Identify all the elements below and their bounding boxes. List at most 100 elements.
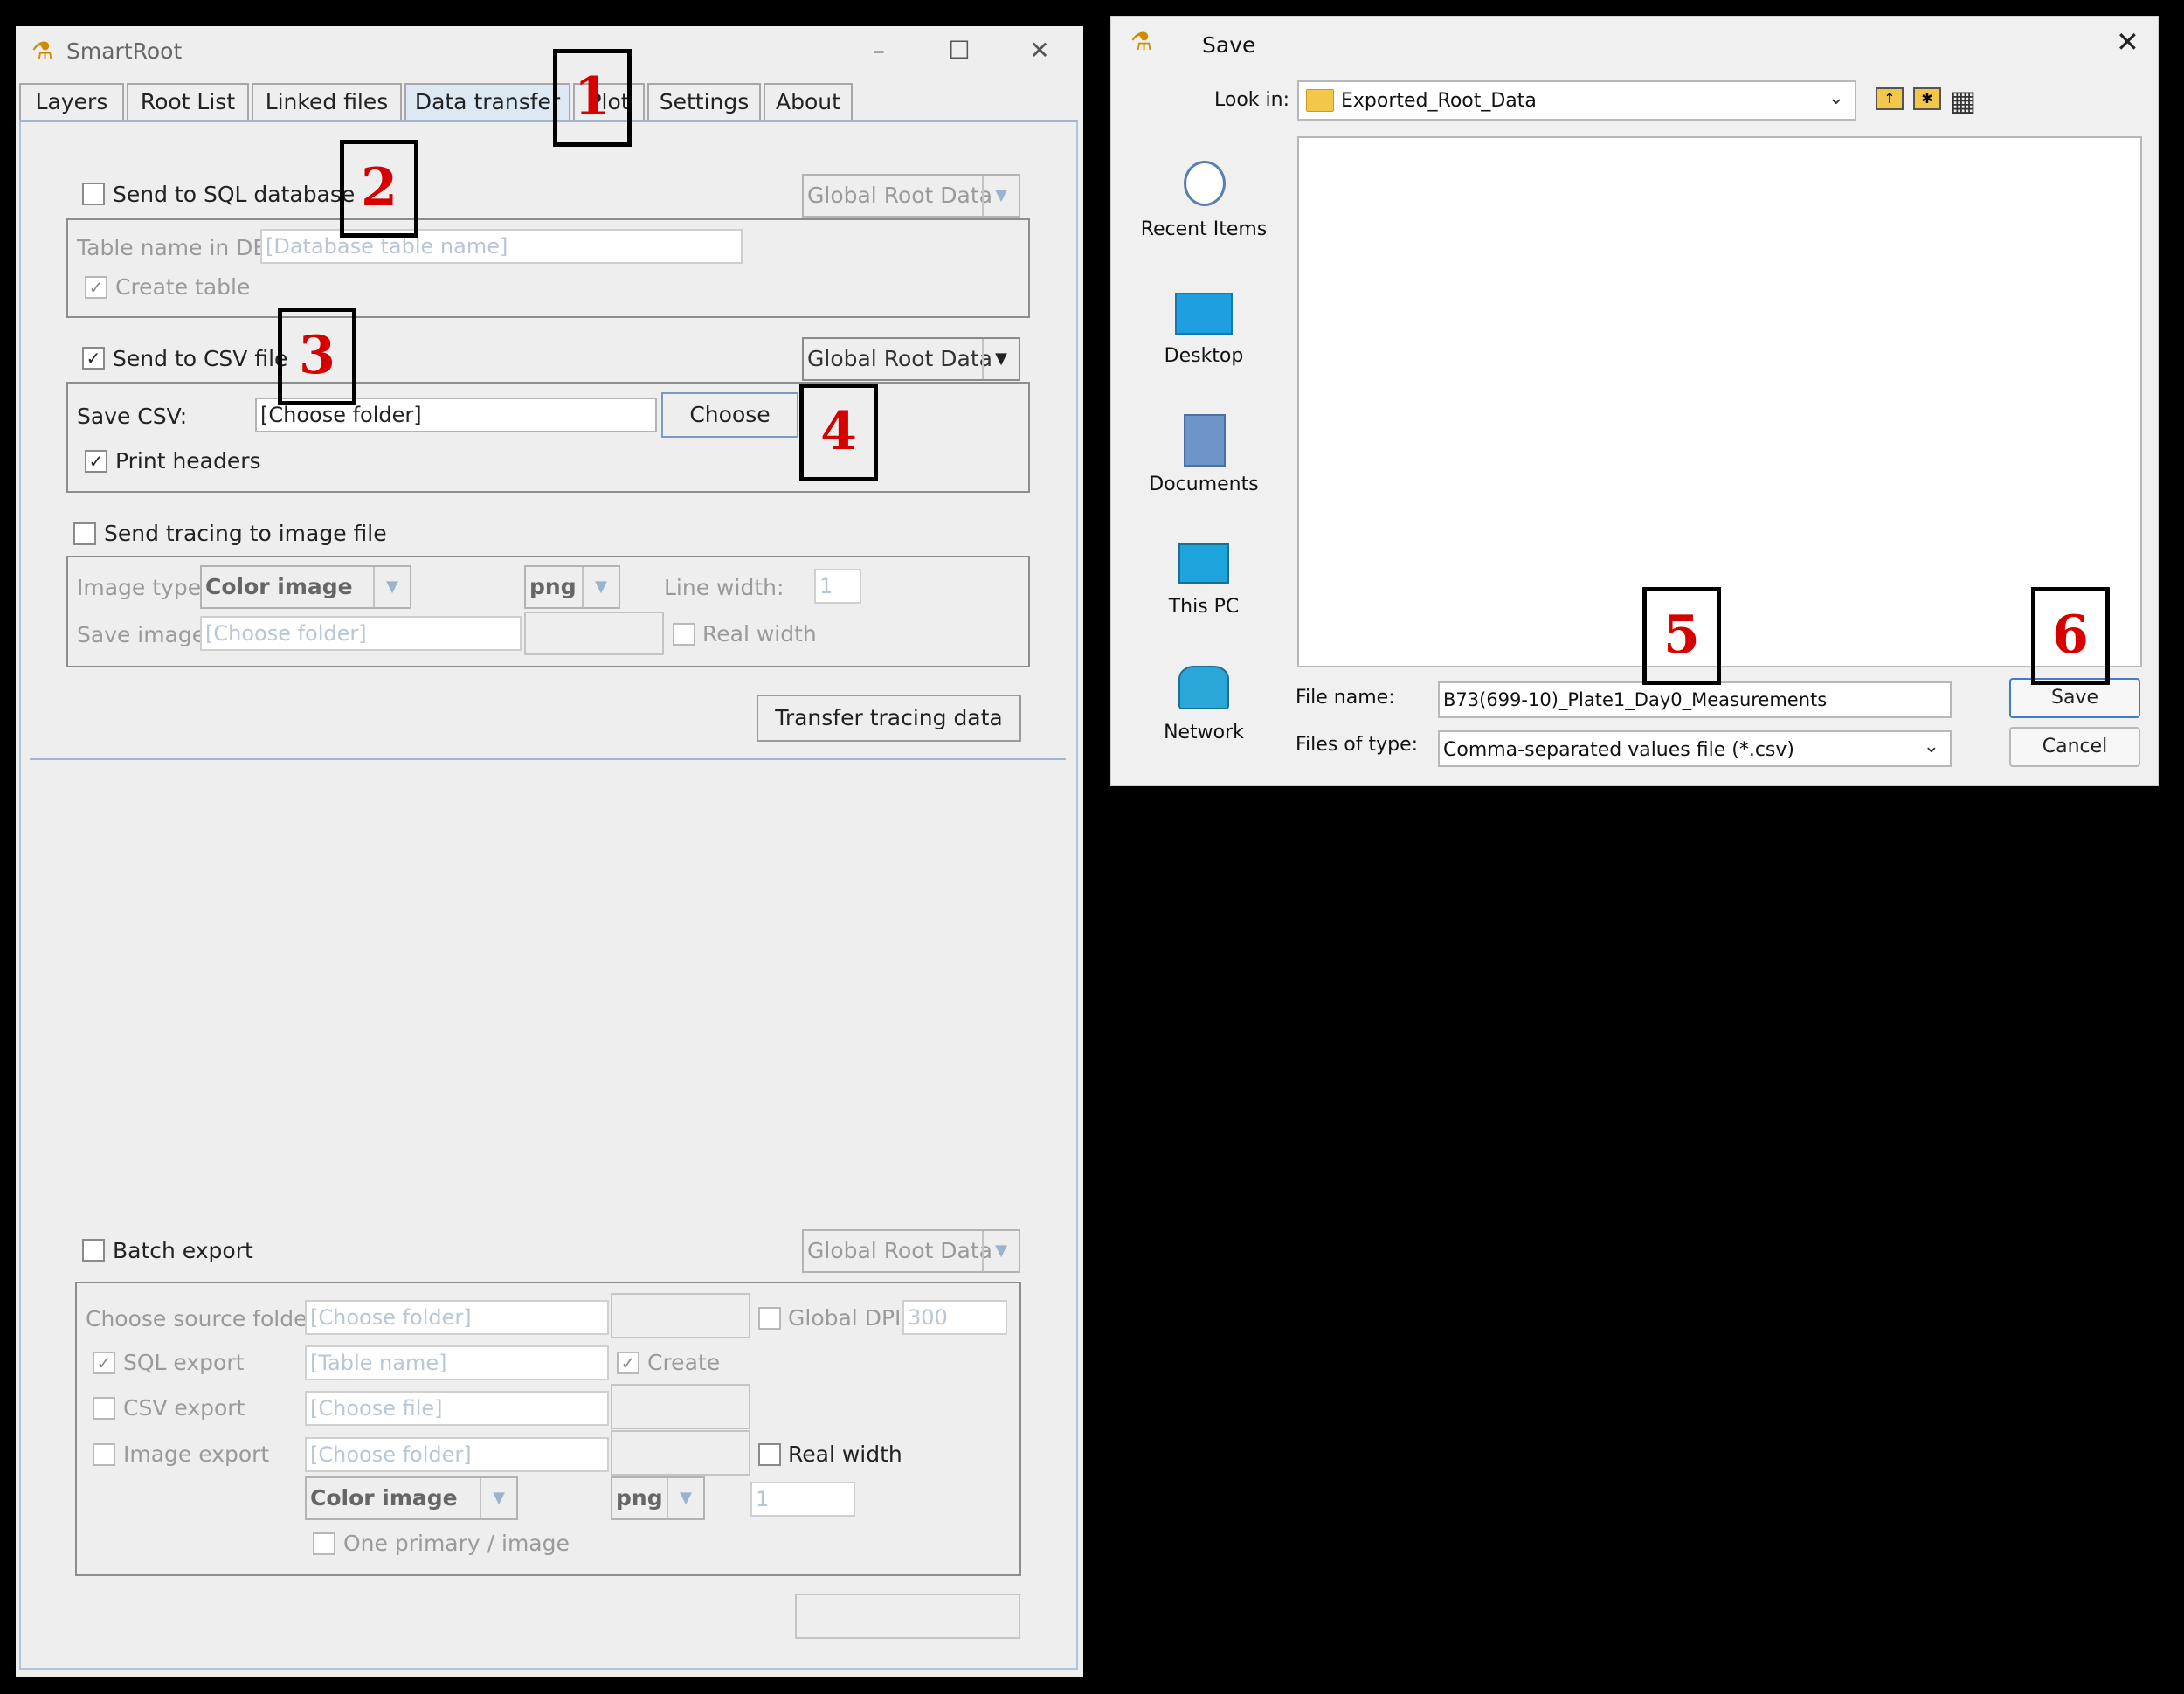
batch-format-value: png [616, 1485, 663, 1511]
nav-desktop[interactable]: Desktop [1138, 291, 1269, 378]
dialog-close-icon[interactable]: ✕ [2116, 25, 2139, 59]
batch-scope-value: Global Root Data [807, 1238, 992, 1263]
csv-label: Send to CSV file [113, 346, 288, 371]
save-image-input[interactable]: [Choose folder] [200, 616, 522, 651]
minimize-icon[interactable]: – [853, 33, 905, 68]
sql-scope-value: Global Root Data [807, 183, 992, 208]
app-icon: ⚗ [31, 37, 54, 66]
this-pc-icon [1178, 543, 1229, 584]
save-image-button[interactable] [524, 612, 664, 655]
save-csv-label: Save CSV: [77, 404, 188, 429]
tab-layers[interactable]: Layers [19, 83, 124, 120]
close-icon[interactable]: ✕ [1013, 33, 1066, 68]
file-type-label: Files of type: [1296, 734, 1419, 756]
step-marker-4: 4 [799, 384, 878, 481]
image-export-input[interactable]: [Choose folder] [305, 1437, 609, 1472]
nav-network[interactable]: Network [1138, 664, 1269, 751]
tab-about[interactable]: About [764, 83, 853, 120]
network-icon [1178, 666, 1229, 709]
image-type-value: Color image [205, 574, 353, 599]
file-name-value: B73(699-10)_Plate1_Day0_Measurements [1443, 689, 1828, 710]
batch-run-button[interactable] [795, 1594, 1020, 1639]
create-table-label: Create table [115, 274, 251, 300]
save-image-label: Save image: [77, 622, 213, 647]
sql-scope-select[interactable]: Global Root Data ▼ [802, 174, 1020, 218]
sql-export-checkbox[interactable]: ✓ [93, 1352, 115, 1374]
batch-type-value: Color image [310, 1485, 458, 1511]
csv-scope-value: Global Root Data [807, 346, 992, 371]
one-primary-checkbox[interactable] [313, 1532, 335, 1555]
image-export-button[interactable] [611, 1430, 750, 1476]
batch-format-select[interactable]: png ▼ [611, 1476, 705, 1520]
chevron-down-icon: ▼ [373, 567, 410, 607]
batch-width-input[interactable]: 1 [750, 1482, 855, 1517]
line-width-input[interactable]: 1 [814, 569, 861, 604]
folder-icon [1306, 89, 1334, 112]
sql-export-input[interactable]: [Table name] [305, 1345, 609, 1380]
tab-linked-files[interactable]: Linked files [252, 83, 402, 120]
window-title: SmartRoot [66, 38, 183, 64]
sql-checkbox[interactable] [82, 183, 105, 205]
global-dpi-input[interactable]: 300 [902, 1300, 1007, 1335]
up-folder-icon[interactable]: ↑ [1876, 87, 1904, 110]
csv-scope-select[interactable]: Global Root Data ▼ [802, 337, 1020, 381]
file-type-value: Comma-separated values file (*.csv) [1443, 739, 1794, 761]
nav-recent[interactable]: Recent Items [1138, 157, 1269, 253]
batch-scope-select[interactable]: Global Root Data ▼ [802, 1229, 1020, 1273]
step-marker-3: 3 [278, 308, 356, 405]
global-dpi-label: Global DPI [788, 1305, 902, 1331]
choose-button[interactable]: Choose [661, 392, 798, 438]
nav-label: Network [1164, 722, 1244, 743]
create-checkbox[interactable]: ✓ [617, 1352, 639, 1374]
batch-real-width-checkbox[interactable] [758, 1443, 781, 1466]
tab-data-transfer[interactable]: Data transfer [404, 83, 570, 120]
chevron-down-icon: ▼ [982, 176, 1019, 216]
image-type-select[interactable]: Color image ▼ [200, 565, 411, 609]
image-export-checkbox[interactable] [93, 1443, 115, 1466]
create-table-checkbox[interactable]: ✓ [85, 276, 107, 299]
sql-label: Send to SQL database [113, 182, 356, 207]
nav-documents[interactable]: Documents [1138, 412, 1269, 508]
step-marker-6: 6 [2031, 587, 2110, 685]
file-name-input[interactable]: B73(699-10)_Plate1_Day0_Measurements [1438, 681, 1952, 718]
csv-export-checkbox[interactable] [93, 1397, 115, 1420]
chevron-down-icon: ⌄ [1923, 736, 1939, 757]
tab-root-list[interactable]: Root List [127, 83, 249, 120]
file-type-select[interactable]: Comma-separated values file (*.csv) ⌄ [1438, 730, 1952, 767]
new-folder-icon[interactable]: ✱ [1913, 87, 1941, 110]
look-in-value: Exported_Root_Data [1341, 90, 1537, 112]
image-export-label: Image export [123, 1442, 270, 1467]
table-name-label: Table name in DB: [77, 235, 276, 260]
image-format-select[interactable]: png ▼ [524, 565, 620, 609]
title-bar: ⚗ SmartRoot – ☐ ✕ [16, 26, 1083, 79]
view-menu-icon[interactable]: ▦ [1950, 84, 1976, 117]
real-width-checkbox[interactable] [673, 623, 695, 646]
nav-this-pc[interactable]: This PC [1138, 542, 1269, 629]
csv-checkbox[interactable]: ✓ [82, 347, 105, 370]
nav-label: Documents [1149, 474, 1259, 495]
chevron-down-icon: ▼ [582, 567, 619, 607]
table-name-input[interactable]: [Database table name] [260, 229, 743, 264]
nav-label: Desktop [1164, 345, 1244, 367]
source-folder-input[interactable]: [Choose folder] [305, 1300, 609, 1335]
image-checkbox[interactable] [73, 522, 96, 545]
print-headers-checkbox[interactable]: ✓ [85, 450, 107, 473]
global-dpi-checkbox[interactable] [758, 1307, 781, 1330]
csv-export-button[interactable] [611, 1384, 750, 1429]
csv-export-input[interactable]: [Choose file] [305, 1391, 609, 1426]
real-width-label: Real width [702, 621, 817, 646]
batch-checkbox[interactable] [82, 1239, 105, 1262]
source-folder-label: Choose source folder: [86, 1306, 323, 1331]
chevron-down-icon: ▼ [667, 1478, 703, 1518]
tab-settings[interactable]: Settings [647, 83, 761, 120]
image-format-value: png [529, 574, 577, 599]
source-folder-button[interactable] [611, 1293, 750, 1338]
cancel-button[interactable]: Cancel [2009, 727, 2140, 767]
divider [30, 758, 1066, 760]
batch-type-select[interactable]: Color image ▼ [305, 1476, 518, 1520]
desktop-icon [1175, 293, 1233, 335]
transfer-tracing-button[interactable]: Transfer tracing data [757, 695, 1021, 742]
image-type-label: Image type: [77, 575, 209, 600]
look-in-select[interactable]: Exported_Root_Data ⌄ [1297, 80, 1856, 121]
maximize-icon[interactable]: ☐ [933, 33, 985, 68]
